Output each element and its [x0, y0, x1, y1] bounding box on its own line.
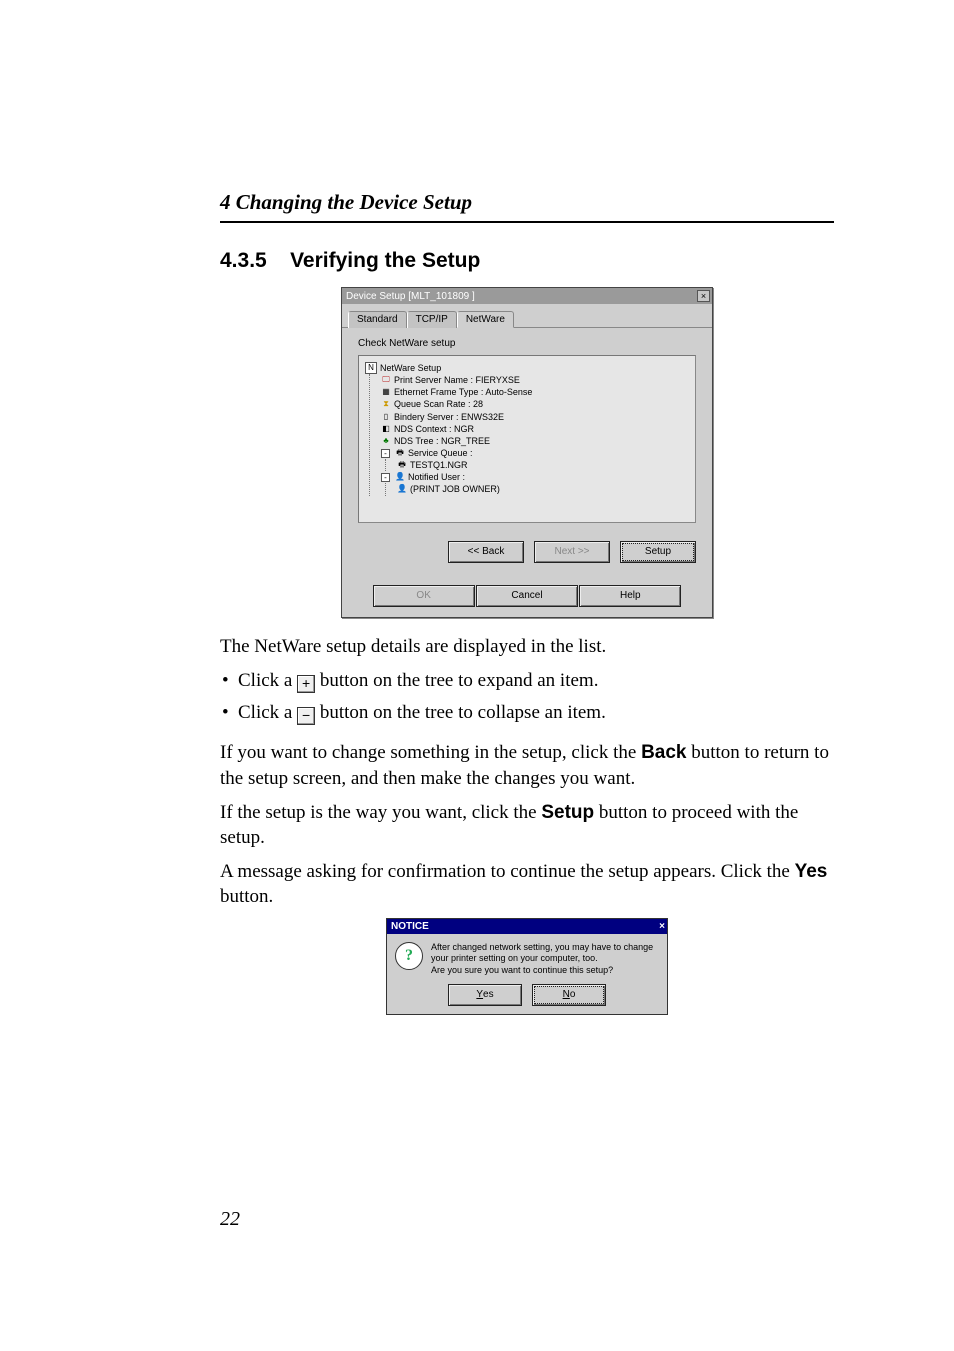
- bindery-icon: ▯: [381, 412, 391, 422]
- dialog-title: Device Setup [MLT_101809 ]: [346, 291, 475, 302]
- mnemonic: N: [563, 989, 570, 1000]
- dialog-titlebar: Device Setup [MLT_101809 ] ×: [342, 288, 712, 304]
- bullet-item: Click a − button on the tree to collapse…: [220, 699, 834, 727]
- bullet-text: button on the tree to collapse an item.: [320, 702, 606, 723]
- tree-icon: ♣: [381, 436, 391, 446]
- tree-leaf-label: TESTQ1.NGR: [410, 459, 468, 471]
- bullet-item: Click a + button on the tree to expand a…: [220, 667, 834, 695]
- tab-tcpip[interactable]: TCP/IP: [407, 311, 457, 328]
- bold-back: Back: [641, 742, 686, 763]
- body-paragraph: The NetWare setup details are displayed …: [220, 634, 834, 660]
- notice-dialog: NOTICE × ? After changed network setting…: [386, 918, 668, 1015]
- body-paragraph: If the setup is the way you want, click …: [220, 800, 834, 851]
- tree-leaf[interactable]: 👤(PRINT JOB OWNER): [397, 483, 689, 495]
- section-title: Verifying the Setup: [290, 249, 480, 272]
- page-number: 22: [220, 1208, 240, 1231]
- notice-message: After changed network setting, you may h…: [431, 942, 659, 976]
- close-icon[interactable]: ×: [659, 921, 665, 932]
- tree-leaf[interactable]: ⧗Queue Scan Rate : 28: [381, 398, 689, 410]
- bullet-list: Click a + button on the tree to expand a…: [220, 667, 834, 726]
- paragraph-text: A message asking for confirmation to con…: [220, 861, 795, 882]
- tree-leaf-label: NDS Context : NGR: [394, 423, 474, 435]
- bullet-text: Click a: [238, 670, 297, 691]
- bullet-text: Click a: [238, 702, 297, 723]
- printserver-icon: 🖵: [381, 375, 391, 385]
- tree-leaf-label: Queue Scan Rate : 28: [394, 398, 483, 410]
- queue-icon: 🖶: [395, 448, 405, 458]
- tree-leaf-label: NDS Tree : NGR_TREE: [394, 435, 490, 447]
- collapse-icon[interactable]: -: [381, 449, 390, 458]
- tree-leaf-label: Bindery Server : ENWS32E: [394, 411, 504, 423]
- tree-leaf-label: Print Server Name : FIERYXSE: [394, 374, 520, 386]
- cancel-button[interactable]: Cancel: [476, 585, 578, 607]
- tree-leaf[interactable]: ▯Bindery Server : ENWS32E: [381, 411, 689, 423]
- tree-leaf-label: (PRINT JOB OWNER): [410, 483, 500, 495]
- tab-netware[interactable]: NetWare: [457, 311, 514, 328]
- collapse-icon[interactable]: -: [381, 473, 390, 482]
- body-paragraph: If you want to change something in the s…: [220, 740, 834, 791]
- minus-icon: −: [297, 707, 315, 725]
- tree-leaf[interactable]: ♣NDS Tree : NGR_TREE: [381, 435, 689, 447]
- bold-yes: Yes: [795, 861, 828, 882]
- device-setup-dialog: Device Setup [MLT_101809 ] × Standard TC…: [341, 287, 713, 618]
- mnemonic: Y: [476, 989, 483, 1000]
- bold-setup: Setup: [541, 802, 594, 823]
- user-icon: 👤: [395, 472, 405, 482]
- tree-leaf[interactable]: 🖵Print Server Name : FIERYXSE: [381, 374, 689, 386]
- setup-subtitle: Check NetWare setup: [358, 338, 696, 349]
- tree-root-label: NetWare Setup: [380, 362, 441, 374]
- paragraph-text: button.: [220, 886, 273, 907]
- tree-leaf[interactable]: ◧NDS Context : NGR: [381, 423, 689, 435]
- bullet-text: button on the tree to expand an item.: [320, 670, 599, 691]
- netware-icon: N: [365, 362, 377, 374]
- body-paragraph: A message asking for confirmation to con…: [220, 859, 834, 910]
- context-icon: ◧: [381, 424, 391, 434]
- no-button[interactable]: No: [532, 984, 606, 1006]
- setup-button[interactable]: Setup: [620, 541, 696, 563]
- frame-icon: ▦: [381, 387, 391, 397]
- tabs-row: Standard TCP/IP NetWare: [342, 304, 712, 328]
- scanrate-icon: ⧗: [381, 399, 391, 409]
- tree-panel: N NetWare Setup 🖵Print Server Name : FIE…: [358, 355, 696, 523]
- paragraph-text: If the setup is the way you want, click …: [220, 802, 541, 823]
- tree-leaf-label: Notified User :: [408, 471, 465, 483]
- tree-root[interactable]: N NetWare Setup: [365, 362, 689, 374]
- tree-leaf-label: Ethernet Frame Type : Auto-Sense: [394, 386, 532, 398]
- tab-standard[interactable]: Standard: [348, 311, 407, 328]
- tree-leaf[interactable]: 🖶TESTQ1.NGR: [397, 459, 689, 471]
- question-icon: ?: [395, 942, 423, 970]
- paragraph-text: If you want to change something in the s…: [220, 742, 641, 763]
- next-button[interactable]: Next >>: [534, 541, 610, 563]
- header-rule: [220, 221, 834, 223]
- queueitem-icon: 🖶: [397, 460, 407, 470]
- close-icon[interactable]: ×: [697, 290, 710, 302]
- notice-titlebar: NOTICE ×: [387, 919, 667, 934]
- section-heading: 4.3.5 Verifying the Setup: [220, 249, 834, 273]
- tree-leaf[interactable]: ▦Ethernet Frame Type : Auto-Sense: [381, 386, 689, 398]
- ok-button[interactable]: OK: [373, 585, 475, 607]
- help-button[interactable]: Help: [579, 585, 681, 607]
- tree-branch[interactable]: -🖶Service Queue :: [381, 447, 689, 459]
- tree-leaf-label: Service Queue :: [408, 447, 473, 459]
- notice-title: NOTICE: [391, 921, 429, 932]
- yes-button[interactable]: Yes: [448, 984, 522, 1006]
- chapter-header: 4 Changing the Device Setup: [220, 0, 834, 221]
- tree-branch[interactable]: -👤Notified User :: [381, 471, 689, 483]
- section-number: 4.3.5: [220, 249, 267, 272]
- plus-icon: +: [297, 675, 315, 693]
- useritem-icon: 👤: [397, 484, 407, 494]
- back-button[interactable]: << Back: [448, 541, 524, 563]
